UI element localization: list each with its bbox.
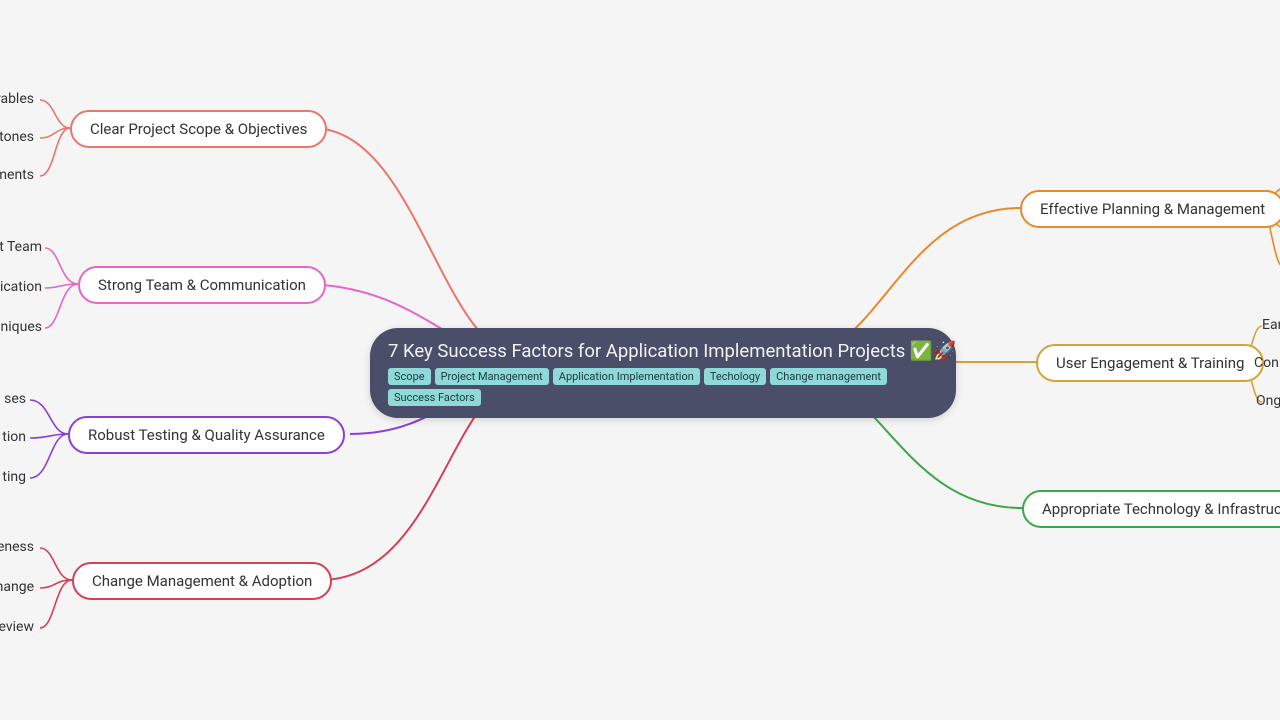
leaf[interactable]: ication <box>0 279 42 295</box>
node-strong-team[interactable]: Strong Team & Communication <box>78 266 326 304</box>
node-robust-testing[interactable]: Robust Testing & Quality Assurance <box>68 416 345 454</box>
leaf[interactable]: Ong <box>1256 393 1280 409</box>
tag[interactable]: Success Factors <box>388 389 481 406</box>
leaf[interactable]: ting <box>2 469 26 485</box>
leaf[interactable]: rables <box>0 91 34 107</box>
leaf[interactable]: ses <box>4 391 26 407</box>
node-effective-planning[interactable]: Effective Planning & Management <box>1020 190 1280 228</box>
tag[interactable]: Project Management <box>435 368 549 385</box>
central-node[interactable]: 7 Key Success Factors for Application Im… <box>370 328 956 418</box>
node-clear-scope[interactable]: Clear Project Scope & Objectives <box>70 110 327 148</box>
leaf[interactable]: eness <box>0 539 34 555</box>
central-title: 7 Key Success Factors for Application Im… <box>388 340 938 362</box>
leaf[interactable]: Con <box>1254 355 1279 371</box>
leaf[interactable]: eview <box>0 619 34 635</box>
leaf[interactable]: tion <box>2 429 26 445</box>
leaf[interactable]: ments <box>0 167 34 183</box>
leaf[interactable]: hange <box>0 579 34 595</box>
leaf[interactable]: nniques <box>0 319 42 335</box>
central-tags: Scope Project Management Application Imp… <box>388 368 938 406</box>
node-change-mgmt[interactable]: Change Management & Adoption <box>72 562 332 600</box>
tag[interactable]: Application Implementation <box>553 368 700 385</box>
node-appropriate-tech[interactable]: Appropriate Technology & Infrastructure <box>1022 490 1280 528</box>
tag[interactable]: Scope <box>388 368 431 385</box>
node-user-engagement[interactable]: User Engagement & Training <box>1036 344 1264 382</box>
tag[interactable]: Techology <box>704 368 766 385</box>
leaf[interactable]: ct Team <box>0 239 42 255</box>
leaf[interactable]: stones <box>0 129 34 145</box>
leaf[interactable]: Earl <box>1262 317 1280 333</box>
tag[interactable]: Change management <box>770 368 887 385</box>
